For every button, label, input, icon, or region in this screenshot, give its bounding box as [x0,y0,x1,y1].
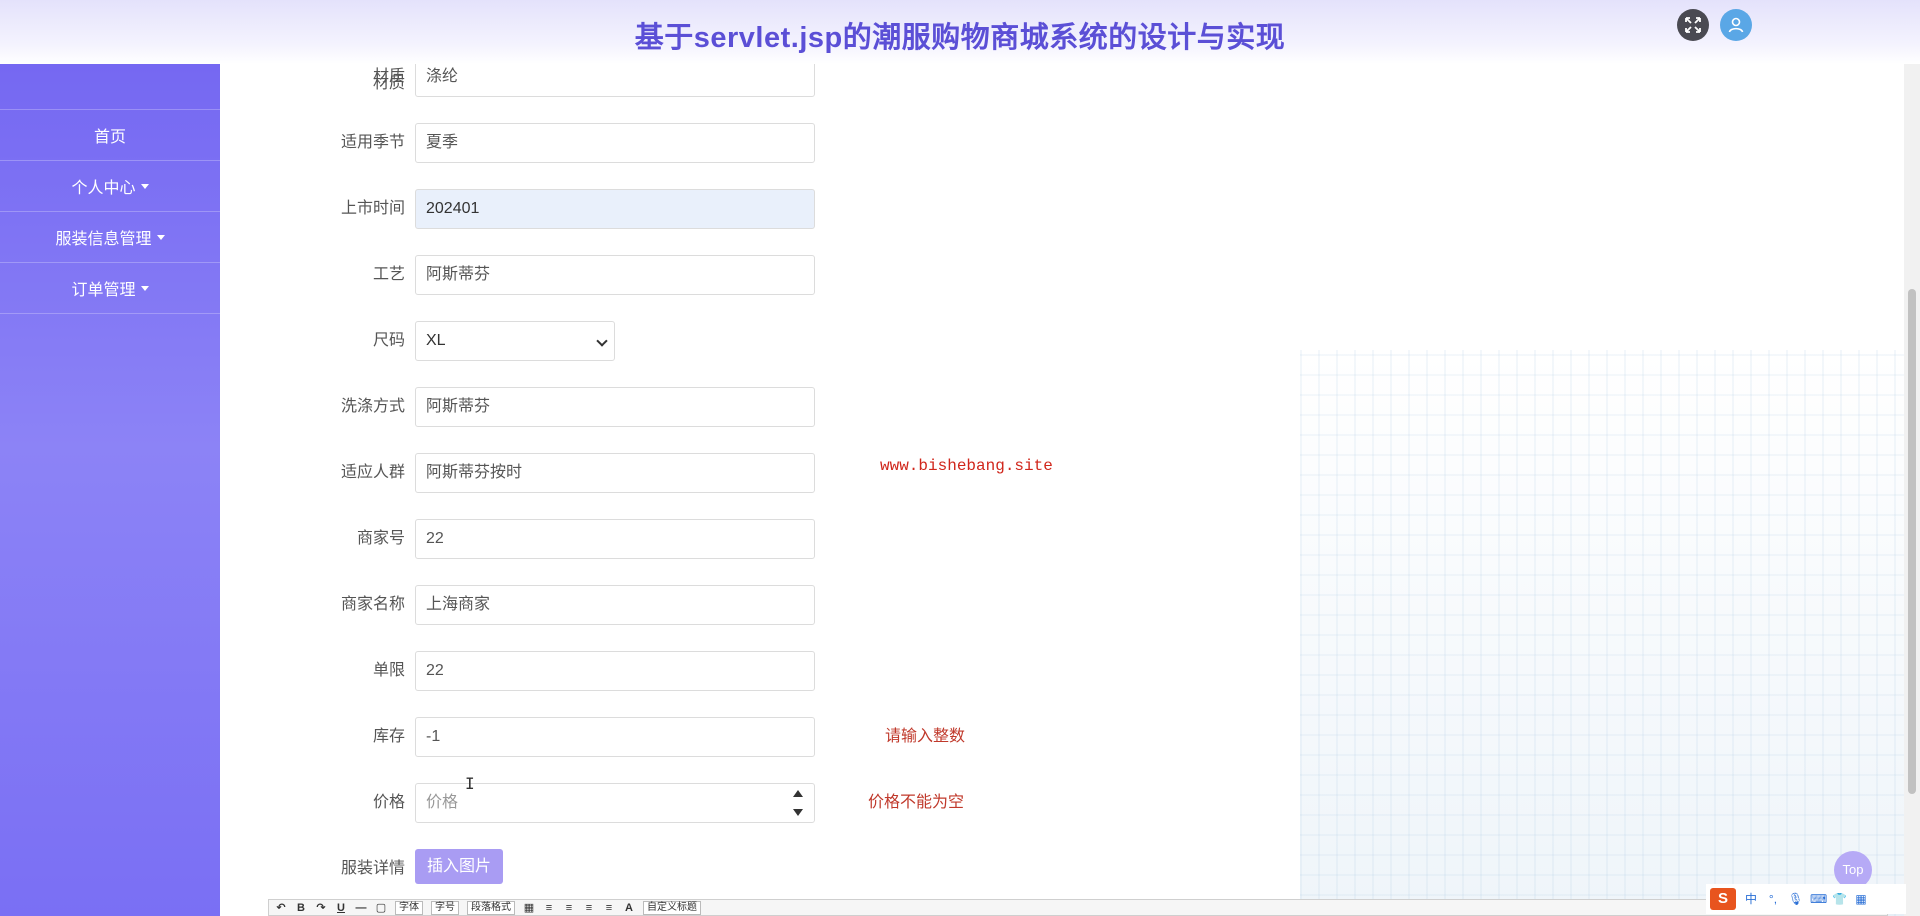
price-input[interactable]: 价格 [415,783,815,823]
sidebar-item-label: 个人中心 [71,180,136,197]
caret-down-icon [156,234,165,240]
font-color-icon[interactable]: A [623,902,635,914]
text-cursor-icon: I [465,774,475,793]
caret-down-icon [140,183,149,189]
sidebar: 首页 个人中心 服装信息管理 订单管理 [0,64,220,916]
undo-icon[interactable]: ↶ [275,901,287,914]
sogou-logo-icon[interactable]: S [1710,888,1736,910]
stock-input[interactable]: -1 [415,717,815,757]
sidebar-item-label: 订单管理 [71,282,136,299]
align-right-icon[interactable]: ≡ [583,902,595,914]
details-label: 服装详情 [340,860,405,877]
bold-icon[interactable]: B [295,902,307,914]
limit-input[interactable]: 22 [415,651,815,691]
spinner-down-icon[interactable] [793,809,803,816]
form-rows: 材质 涤纶 适用季节 夏季 上市时间 202401 工艺 阿斯蒂芬 尺码 XL … [0,0,1920,916]
paragraph-format-select[interactable]: 段落格式 [467,900,515,915]
underline-icon[interactable]: U [335,902,347,914]
limit-label: 单限 [372,662,405,679]
washing-input[interactable]: 阿斯蒂芬 [415,387,815,427]
season-label: 适用季节 [340,134,405,151]
merchant-no-input[interactable]: 22 [415,519,815,559]
user-icon [1728,17,1744,33]
font-size-select[interactable]: 字号 [431,900,459,915]
price-label: 价格 [372,794,405,811]
site-title: 基于servlet.jsp的潮服购物商城系统的设计与实现 [634,22,1286,54]
sidebar-top [0,64,220,110]
size-select[interactable]: XL [415,321,615,361]
skin-icon[interactable]: 👕 [1832,892,1847,906]
watermark-text: www.bishebang.site [880,457,1053,475]
ime-mode-indicator[interactable]: 中 [1744,892,1758,906]
scrollbar[interactable] [1904,64,1920,916]
custom-title-select[interactable]: 自定义标题 [643,900,701,915]
craft-input[interactable]: 阿斯蒂芬 [415,255,815,295]
editor-toolbar: ↶ B ↷ U — ▢ 字体 字号 段落格式 ▦ ≡ ≡ ≡ ≡ A 自定义标题 [268,899,1888,916]
stock-label: 库存 [372,728,405,745]
document-icon[interactable]: ▢ [375,901,387,914]
sidebar-item-home[interactable]: 首页 [0,110,220,161]
font-family-select[interactable]: 字体 [395,900,423,915]
size-label: 尺码 [372,332,405,349]
sidebar-item-label: 服装信息管理 [55,231,152,248]
number-spinner[interactable] [792,788,804,818]
release-time-input[interactable]: 202401 [415,189,815,229]
sidebar-item-personal-center[interactable]: 个人中心 [0,161,220,212]
align-center-icon[interactable]: ≡ [563,902,575,914]
ime-toolbar: S 中 °, 🎙 ⌨ 👕 ▦ [1706,884,1906,914]
user-button[interactable] [1720,9,1752,41]
season-input[interactable]: 夏季 [415,123,815,163]
sidebar-item-clothing-management[interactable]: 服装信息管理 [0,212,220,263]
align-left-icon[interactable]: ≡ [543,902,555,914]
fullscreen-button[interactable] [1677,9,1709,41]
insert-image-button[interactable]: 插入图片 [415,849,503,884]
chevron-down-icon [596,335,608,347]
audience-label: 适应人群 [340,464,405,481]
caret-down-icon [140,285,149,291]
price-placeholder: 价格 [426,794,459,811]
audience-input[interactable]: 阿斯蒂芬按时 [415,453,815,493]
fullscreen-icon [1685,17,1701,33]
price-error-message: 价格不能为空 [868,794,965,811]
horizontal-rule-icon[interactable]: — [355,902,367,914]
merchant-name-input[interactable]: 上海商家 [415,585,815,625]
header: 基于servlet.jsp的潮服购物商城系统的设计与实现 [0,0,1920,64]
table-icon[interactable]: ▦ [523,901,535,914]
craft-label: 工艺 [372,266,405,283]
microphone-icon[interactable]: 🎙 [1788,892,1803,906]
release-time-label: 上市时间 [340,200,405,217]
punctuation-icon[interactable]: °, [1766,892,1780,906]
stock-error-message: 请输入整数 [885,728,966,745]
scrollbar-thumb[interactable] [1908,289,1916,794]
justify-icon[interactable]: ≡ [603,902,615,914]
toolbox-icon[interactable]: ▦ [1854,892,1868,906]
merchant-name-label: 商家名称 [340,596,405,613]
redo-icon[interactable]: ↷ [315,901,327,914]
merchant-no-label: 商家号 [356,530,405,547]
sidebar-item-label: 首页 [93,129,126,146]
size-select-value: XL [426,332,446,349]
keyboard-icon[interactable]: ⌨ [1810,892,1827,906]
sidebar-item-order-management[interactable]: 订单管理 [0,263,220,314]
spinner-up-icon[interactable] [793,790,803,797]
washing-label: 洗涤方式 [340,398,405,415]
